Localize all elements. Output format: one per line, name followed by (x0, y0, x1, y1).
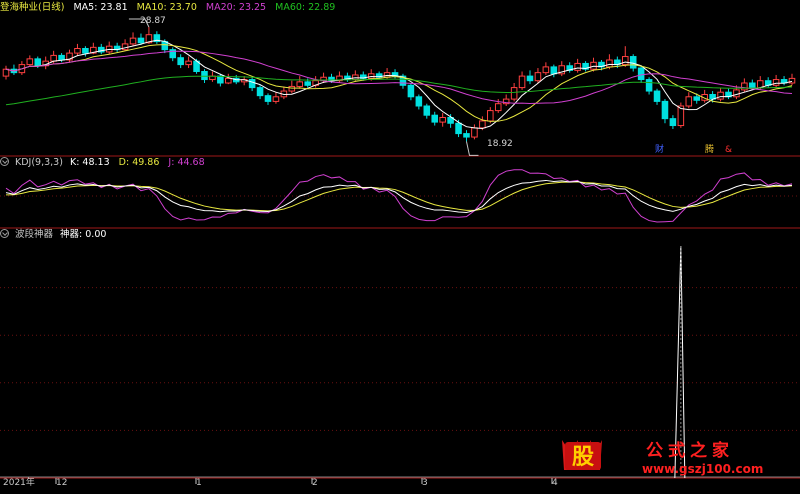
candle-body (463, 133, 470, 138)
x-label-2: 2 (312, 478, 318, 488)
candle-body (34, 58, 42, 67)
candle-body (26, 58, 34, 66)
high-annotation: 28.87 (140, 16, 166, 26)
candle-body (653, 90, 661, 102)
candle-body (629, 56, 637, 69)
chart-canvas (0, 18, 800, 484)
candle-body (733, 89, 740, 98)
candle-body (645, 79, 653, 92)
ma60-line (5, 75, 793, 106)
j-readout: J: 44.68 (168, 157, 205, 168)
low-leader-line (465, 141, 479, 156)
candle-body (717, 91, 724, 100)
mark-teng: 腾 (705, 145, 715, 155)
candle-body (256, 87, 264, 97)
candle-body (423, 105, 431, 116)
candle-body (431, 114, 439, 123)
kdj-header: KDJ(9,3,3) K: 48.13 D: 49.86 J: 44.68 (0, 156, 211, 170)
bottom-header: 波段神器 神器: 0.00 (0, 228, 112, 242)
candle-body (550, 66, 558, 75)
candle-body (82, 48, 89, 54)
candle-body (772, 79, 780, 86)
candle-body (415, 96, 423, 107)
shenqi-readout: 神器: 0.00 (60, 229, 107, 240)
candle-body (518, 75, 526, 89)
main-header: 登海种业(日线) MA5: 23.81 MA10: 23.70 MA20: 23… (0, 1, 341, 15)
ma5-readout: MA5: 23.81 (73, 2, 128, 13)
candle-body (526, 75, 534, 82)
candle-body (407, 84, 415, 98)
main-title: 登海种业(日线) (0, 2, 65, 13)
candle-body (50, 54, 57, 62)
candle-body (637, 67, 645, 81)
watermark-url: www.gszj100.com (642, 462, 763, 476)
candle-body (304, 81, 311, 86)
candle-body (741, 82, 748, 91)
kdj-title: KDJ(9,3,3) (15, 157, 63, 168)
x-label-12: 12 (56, 478, 68, 488)
candle-body (471, 127, 478, 138)
watermark-brand: 公式之家 (646, 440, 734, 461)
candle-body (669, 118, 677, 127)
candle-body (661, 100, 669, 120)
candle-body (272, 96, 280, 102)
watermark-logo-text: 股 (572, 445, 594, 470)
mark-amp: & (725, 145, 733, 155)
kdj-k-line (5, 179, 793, 213)
low-annotation: 18.92 (487, 139, 513, 149)
candle-body (534, 72, 542, 82)
candle-body (177, 57, 184, 66)
candle-body (264, 95, 272, 102)
candle-body (248, 79, 256, 89)
x-label-1: 1 (196, 478, 202, 488)
candle-body (288, 85, 296, 92)
candle-body (296, 81, 304, 87)
candle-body (542, 66, 550, 74)
ma5-line (5, 39, 793, 130)
candle-body (749, 82, 756, 89)
candle-body (510, 87, 518, 100)
candle-body (121, 43, 129, 51)
ma60-readout: MA60: 22.89 (275, 2, 336, 13)
chart-stage: 登海种业(日线) MA5: 23.81 MA10: 23.70 MA20: 23… (0, 0, 800, 490)
candle-body (58, 54, 65, 61)
bottom-title: 波段神器 (15, 229, 54, 240)
mark-cai: 财 (655, 145, 665, 155)
candle-body (574, 62, 581, 71)
bottom-toggle-icon[interactable] (0, 229, 9, 238)
candle-body (455, 122, 462, 135)
d-readout: D: 49.86 (118, 157, 160, 168)
ma20-readout: MA20: 23.25 (205, 2, 267, 13)
x-label-2021: 2021年 (3, 478, 35, 488)
x-label-3: 3 (422, 478, 428, 488)
candle-body (129, 37, 137, 45)
candle-body (487, 110, 494, 122)
candle-body (479, 120, 486, 129)
candle-body (201, 71, 208, 81)
k-readout: K: 48.13 (69, 157, 110, 168)
ma10-readout: MA10: 23.70 (136, 2, 197, 13)
x-label-4: 4 (552, 478, 558, 488)
candle-body (225, 77, 232, 84)
candle-body (2, 68, 10, 77)
kdj-toggle-icon[interactable] (0, 157, 9, 166)
kdj-j-line (5, 169, 793, 223)
candle-body (137, 37, 145, 44)
candle-body (185, 60, 192, 66)
candle-body (439, 117, 446, 123)
watermark-graphic: 股 公式之家 www.gszj100.com (562, 440, 763, 476)
candle-body (693, 96, 701, 101)
candle-body (494, 103, 502, 112)
candle-body (621, 56, 629, 66)
candle-body (606, 59, 613, 68)
watermark: 股 公式之家 www.gszj100.com (556, 436, 800, 476)
candle-body (74, 48, 81, 54)
candle-body (685, 96, 693, 107)
candle-body (217, 75, 224, 84)
